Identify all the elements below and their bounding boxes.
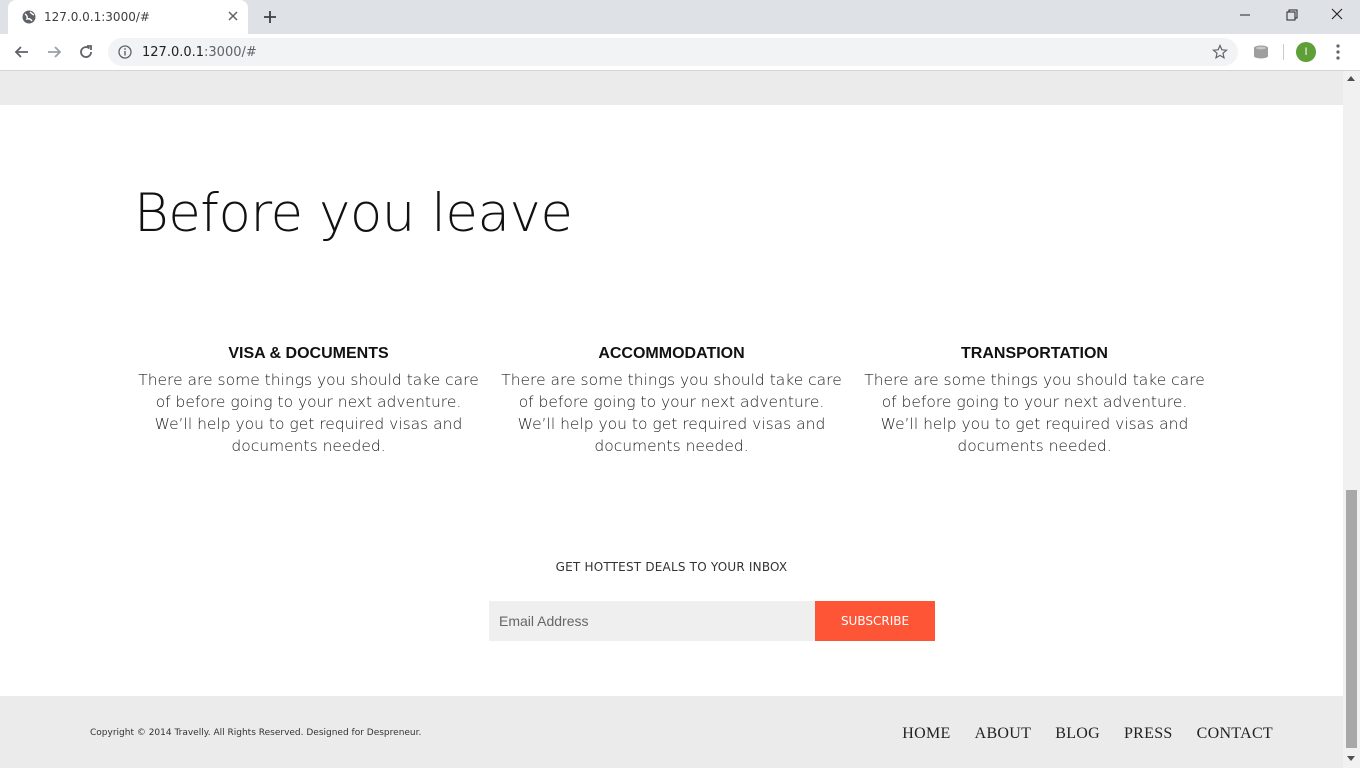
- feature-column-accommodation: ACCOMMODATION There are some things you …: [499, 345, 844, 457]
- scroll-up-arrow-icon[interactable]: [1347, 76, 1355, 81]
- info-icon[interactable]: [118, 45, 132, 59]
- browser-toolbar: 127.0.0.1:3000/# I: [0, 34, 1360, 71]
- newsletter-label: GET HOTTEST DEALS TO YOUR INBOX: [555, 560, 788, 574]
- feature-column-transportation: TRANSPORTATION There are some things you…: [862, 345, 1207, 457]
- footer-nav: HOME ABOUT BLOG PRESS CONTACT: [902, 725, 1273, 743]
- footer-link-about[interactable]: ABOUT: [975, 725, 1032, 743]
- footer: Copyright © 2014 Travelly. All Rights Re…: [0, 696, 1343, 768]
- copyright-text: Copyright © 2014 Travelly. All Rights Re…: [90, 728, 422, 738]
- section-heading: Before you leave: [134, 183, 573, 244]
- close-tab-icon[interactable]: [226, 9, 240, 23]
- browser-tab[interactable]: 127.0.0.1:3000/#: [8, 0, 248, 34]
- subscribe-button[interactable]: SUBSCRIBE: [815, 601, 935, 641]
- footer-link-home[interactable]: HOME: [902, 725, 950, 743]
- reload-icon[interactable]: [76, 42, 96, 62]
- feature-text: There are some things you should take ca…: [501, 371, 842, 455]
- bookmark-star-icon[interactable]: [1212, 44, 1228, 60]
- footer-link-press[interactable]: PRESS: [1124, 725, 1173, 743]
- minimize-icon[interactable]: [1234, 6, 1256, 24]
- feature-text: There are some things you should take ca…: [138, 371, 479, 455]
- header-band: [0, 71, 1343, 105]
- footer-link-blog[interactable]: BLOG: [1055, 725, 1100, 743]
- feature-column-visa: VISA & DOCUMENTS There are some things y…: [136, 345, 481, 457]
- page-viewport: Before you leave VISA & DOCUMENTS There …: [0, 71, 1343, 768]
- tab-strip: 127.0.0.1:3000/#: [0, 0, 1360, 34]
- address-bar[interactable]: 127.0.0.1:3000/#: [108, 38, 1238, 66]
- url-text: 127.0.0.1:3000/#: [142, 45, 257, 60]
- profile-avatar[interactable]: I: [1296, 42, 1316, 62]
- globe-icon: [22, 10, 36, 24]
- tab-title: 127.0.0.1:3000/#: [44, 10, 150, 24]
- scrollbar-thumb[interactable]: [1346, 490, 1357, 748]
- back-arrow-icon[interactable]: [12, 42, 32, 62]
- feature-title: TRANSPORTATION: [961, 345, 1108, 362]
- kebab-menu-icon[interactable]: [1333, 43, 1343, 61]
- close-window-icon[interactable]: [1326, 6, 1348, 24]
- toolbar-separator: [1283, 44, 1284, 60]
- scroll-down-arrow-icon[interactable]: [1347, 756, 1355, 761]
- feature-text: There are some things you should take ca…: [864, 371, 1205, 455]
- footer-link-contact[interactable]: CONTACT: [1197, 725, 1273, 743]
- new-tab-plus-icon[interactable]: [262, 9, 278, 25]
- extension-database-icon[interactable]: [1252, 44, 1270, 60]
- restore-icon[interactable]: [1280, 6, 1302, 24]
- feature-title: VISA & DOCUMENTS: [228, 345, 389, 362]
- feature-title: ACCOMMODATION: [598, 345, 745, 362]
- email-field[interactable]: [489, 601, 815, 641]
- forward-arrow-icon[interactable]: [44, 42, 64, 62]
